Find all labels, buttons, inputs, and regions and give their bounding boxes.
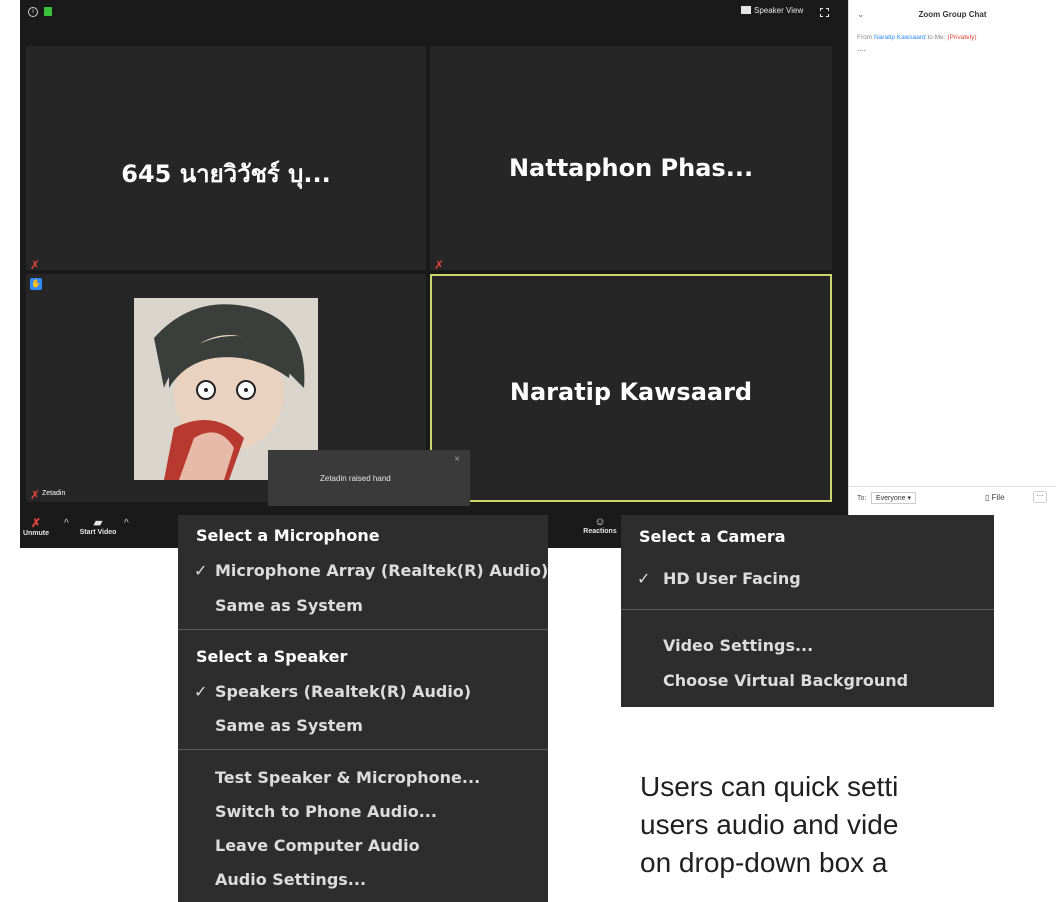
menu-item-action[interactable]: Switch to Phone Audio... (215, 802, 437, 821)
menu-item-action[interactable]: Test Speaker & Microphone... (215, 768, 480, 787)
start-video-button[interactable]: ▰ Start Video (76, 516, 120, 536)
raised-hand-notification: × Zetadin raised hand (268, 450, 470, 506)
menu-item-microphone[interactable]: Microphone Array (Realtek(R) Audio) (215, 561, 548, 580)
camera-options-menu: Select a Camera ✓ HD User Facing Video S… (621, 515, 994, 707)
chevron-up-icon[interactable]: ^ (64, 518, 69, 529)
video-tile[interactable]: 645 นายวิวัชร์ บุ... ✗ (26, 46, 426, 270)
muted-mic-icon: ✗ (434, 258, 445, 270)
participant-name: Nattaphon Phas... (508, 154, 754, 182)
chevron-up-icon[interactable]: ^ (124, 518, 129, 529)
video-tile[interactable]: Nattaphon Phas... ✗ (430, 46, 832, 270)
menu-divider (178, 629, 548, 630)
info-icon[interactable]: i (28, 7, 38, 17)
chat-message: .... (857, 44, 866, 53)
more-icon[interactable]: ··· (1033, 491, 1047, 503)
menu-divider (621, 609, 994, 610)
grid-icon (741, 6, 751, 14)
lock-icon[interactable] (44, 7, 52, 16)
menu-header: Select a Camera (639, 527, 786, 546)
menu-item-speaker[interactable]: Same as System (215, 716, 363, 735)
participant-name: 645 นายวิวัชร์ บุ... (121, 160, 331, 188)
menu-item-action[interactable]: Leave Computer Audio (215, 836, 420, 855)
recipient-select[interactable]: Everyone ▾ (871, 492, 917, 504)
meeting-top-bar: i Speaker View (20, 0, 848, 30)
muted-mic-icon: ✗ (30, 488, 41, 502)
sender-link[interactable]: Naratip Kawsaard (874, 34, 926, 41)
menu-item-speaker[interactable]: Speakers (Realtek(R) Audio) (215, 682, 471, 701)
muted-mic-icon: ✗ (30, 516, 42, 530)
menu-item-camera[interactable]: HD User Facing (663, 569, 801, 588)
file-button[interactable]: ▯ File (985, 493, 1005, 502)
checkmark-icon: ✓ (194, 561, 208, 580)
reaction-icon: ☺ (594, 516, 606, 528)
audio-options-menu: Select a Microphone ✓ Microphone Array (… (178, 515, 548, 902)
chat-panel: ⌄ Zoom Group Chat From Naratip Kawsaard … (848, 0, 1056, 548)
zoom-meeting-window: i Speaker View 645 นายวิวัชร์ บุ... ✗ Na… (20, 0, 1056, 548)
close-icon[interactable]: × (454, 454, 460, 465)
unmute-button[interactable]: ✗ Unmute (22, 516, 50, 537)
menu-item-action[interactable]: Audio Settings... (215, 870, 366, 889)
participant-label: Zetadin (42, 490, 66, 497)
caption-text: Users can quick setti users audio and vi… (640, 771, 899, 878)
menu-header: Select a Speaker (196, 647, 348, 666)
chevron-down-icon: ▾ (907, 495, 912, 502)
menu-item-microphone[interactable]: Same as System (215, 596, 363, 615)
participant-name: Naratip Kawsaard (509, 378, 753, 406)
chat-message-meta: From Naratip Kawsaard to Me: (Privately) (857, 34, 977, 41)
file-icon: ▯ (985, 493, 990, 502)
menu-item-action[interactable]: Video Settings... (663, 636, 813, 655)
raised-hand-icon: ✋ (30, 278, 42, 290)
muted-mic-icon: ✗ (30, 258, 41, 270)
video-tile-active-speaker[interactable]: Naratip Kawsaard (430, 274, 832, 502)
chat-title: Zoom Group Chat (918, 10, 987, 19)
fullscreen-icon[interactable] (820, 8, 829, 17)
checkmark-icon: ✓ (194, 682, 208, 701)
reactions-button[interactable]: ☺ Reactions (582, 516, 618, 535)
speaker-view-button[interactable]: Speaker View (741, 6, 803, 15)
video-off-icon: ▰ (93, 517, 103, 529)
menu-header: Select a Microphone (196, 526, 380, 545)
menu-item-action[interactable]: Choose Virtual Background (663, 671, 908, 690)
checkmark-icon: ✓ (637, 569, 651, 588)
menu-divider (178, 749, 548, 750)
